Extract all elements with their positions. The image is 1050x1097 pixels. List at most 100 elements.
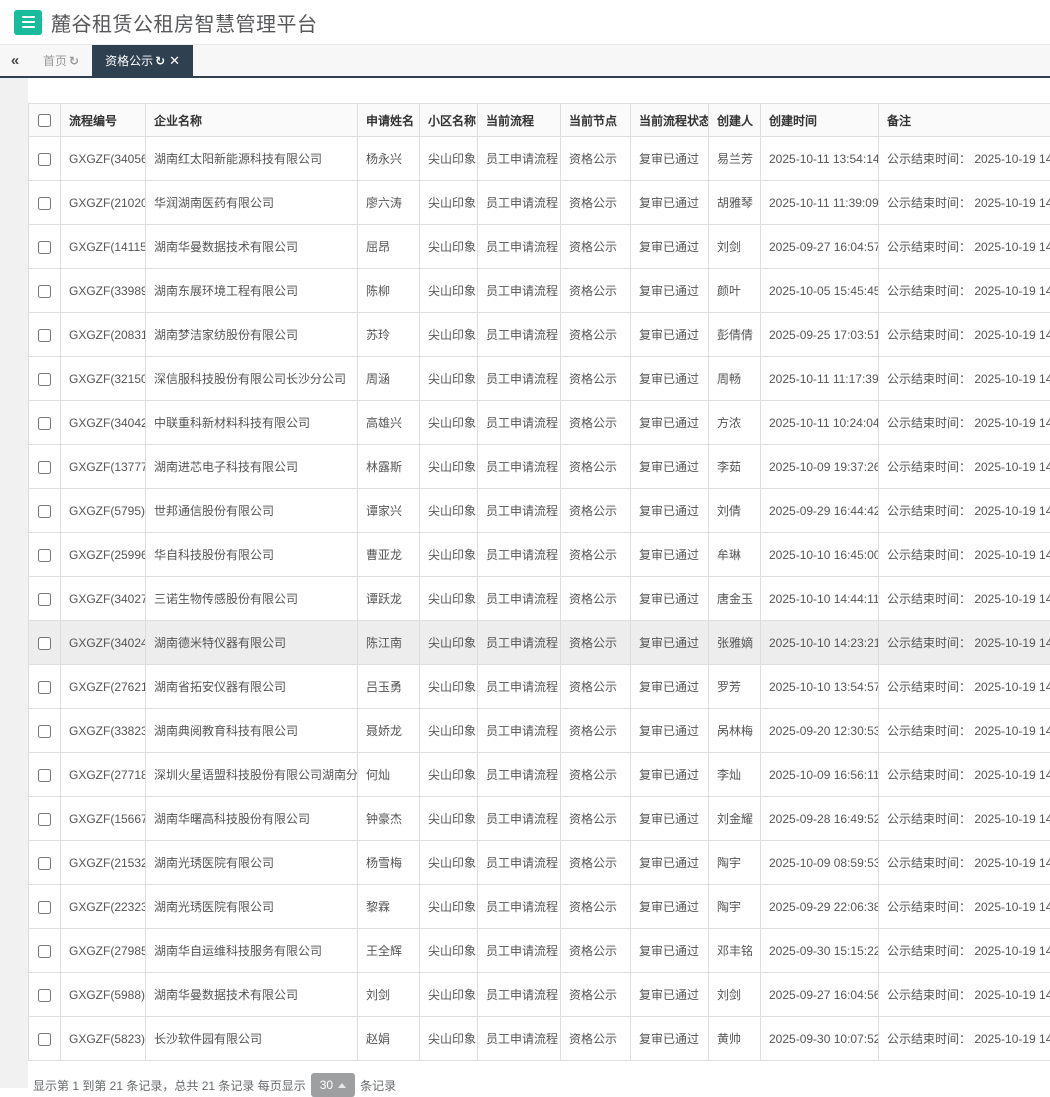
- row-checkbox-cell: [29, 709, 61, 753]
- cell-current-node: 资格公示: [561, 489, 631, 533]
- tab-qualification-publicity[interactable]: 资格公示↻✕: [92, 45, 193, 76]
- cell-company: 湖南华曼数据技术有限公司: [146, 225, 358, 269]
- cell-created-time: 2025-09-29 22:06:38: [761, 885, 879, 929]
- row-checkbox[interactable]: [38, 197, 51, 210]
- table-row[interactable]: GXGZF(34027) 三诺生物传感股份有限公司 谭跃龙 尖山印象 员工申请流…: [29, 577, 1050, 621]
- row-checkbox[interactable]: [38, 901, 51, 914]
- cell-creator: 牟琳: [709, 533, 761, 577]
- cell-applicant: 林露斯: [358, 445, 420, 489]
- refresh-icon[interactable]: ↻: [69, 54, 79, 68]
- cell-company: 湖南光琇医院有限公司: [146, 885, 358, 929]
- table-row[interactable]: GXGZF(34056) 湖南红太阳新能源科技有限公司 杨永兴 尖山印象 员工申…: [29, 137, 1050, 181]
- cell-creator: 呙林梅: [709, 709, 761, 753]
- cell-remark: 公示结束时间： 2025-10-19 14:22:26: [879, 973, 1050, 1017]
- row-checkbox[interactable]: [38, 329, 51, 342]
- cell-current-flow: 员工申请流程: [478, 621, 561, 665]
- row-checkbox-cell: [29, 357, 61, 401]
- table-row[interactable]: GXGZF(20831) 湖南梦洁家纺股份有限公司 苏玲 尖山印象 员工申请流程…: [29, 313, 1050, 357]
- hamburger-menu-button[interactable]: [14, 10, 42, 35]
- cell-creator: 李灿: [709, 753, 761, 797]
- cell-flow-status: 复审已通过: [631, 621, 709, 665]
- row-checkbox[interactable]: [38, 549, 51, 562]
- row-checkbox[interactable]: [38, 989, 51, 1002]
- table-row[interactable]: GXGZF(25996) 华自科技股份有限公司 曹亚龙 尖山印象 员工申请流程 …: [29, 533, 1050, 577]
- row-checkbox[interactable]: [38, 505, 51, 518]
- select-all-checkbox[interactable]: [38, 114, 51, 127]
- table-row[interactable]: GXGZF(33989) 湖南东展环境工程有限公司 陈柳 尖山印象 员工申请流程…: [29, 269, 1050, 313]
- caret-up-icon: [338, 1083, 346, 1088]
- table-row[interactable]: GXGZF(21020) 华润湖南医药有限公司 廖六涛 尖山印象 员工申请流程 …: [29, 181, 1050, 225]
- cell-company: 湖南华曙高科技股份有限公司: [146, 797, 358, 841]
- table-row[interactable]: GXGZF(32150) 深信服科技股份有限公司长沙分公司 周涵 尖山印象 员工…: [29, 357, 1050, 401]
- table-row[interactable]: GXGZF(5988) 湖南华曼数据技术有限公司 刘剑 尖山印象 员工申请流程 …: [29, 973, 1050, 1017]
- row-checkbox[interactable]: [38, 285, 51, 298]
- cell-created-time: 2025-09-20 12:30:53: [761, 709, 879, 753]
- table-header-row: 流程编号 企业名称 申请姓名 小区名称 当前流程 当前节点 当前流程状态 创建人…: [29, 104, 1050, 137]
- refresh-icon[interactable]: ↻: [155, 54, 165, 68]
- cell-community: 尖山印象: [420, 929, 478, 973]
- row-checkbox[interactable]: [38, 725, 51, 738]
- cell-current-flow: 员工申请流程: [478, 973, 561, 1017]
- table-row[interactable]: GXGZF(27621) 湖南省拓安仪器有限公司 吕玉勇 尖山印象 员工申请流程…: [29, 665, 1050, 709]
- cell-community: 尖山印象: [420, 797, 478, 841]
- collapse-double-left-icon[interactable]: «: [0, 45, 30, 76]
- row-checkbox[interactable]: [38, 1033, 51, 1046]
- table-row[interactable]: GXGZF(27718) 深圳火星语盟科技股份有限公司湖南分公司 何灿 尖山印象…: [29, 753, 1050, 797]
- row-checkbox[interactable]: [38, 153, 51, 166]
- table-row[interactable]: GXGZF(33823) 湖南典阅教育科技有限公司 聂娇龙 尖山印象 员工申请流…: [29, 709, 1050, 753]
- row-checkbox-cell: [29, 445, 61, 489]
- cell-current-flow: 员工申请流程: [478, 709, 561, 753]
- cell-applicant: 何灿: [358, 753, 420, 797]
- cell-company: 湖南红太阳新能源科技有限公司: [146, 137, 358, 181]
- cell-remark: 公示结束时间： 2025-10-19 14:24:46: [879, 621, 1050, 665]
- cell-process-id: GXGZF(5823): [61, 1017, 146, 1061]
- cell-current-node: 资格公示: [561, 181, 631, 225]
- table-row[interactable]: GXGZF(5795) 世邦通信股份有限公司 谭家兴 尖山印象 员工申请流程 资…: [29, 489, 1050, 533]
- cell-current-flow: 员工申请流程: [478, 533, 561, 577]
- page-size-dropdown[interactable]: 30: [311, 1073, 355, 1097]
- row-checkbox[interactable]: [38, 813, 51, 826]
- row-checkbox[interactable]: [38, 241, 51, 254]
- row-checkbox-cell: [29, 401, 61, 445]
- row-checkbox-cell: [29, 973, 61, 1017]
- cell-applicant: 屈昂: [358, 225, 420, 269]
- table-row[interactable]: GXGZF(13777) 湖南进芯电子科技有限公司 林露斯 尖山印象 员工申请流…: [29, 445, 1050, 489]
- cell-created-time: 2025-10-09 16:56:11: [761, 753, 879, 797]
- close-icon[interactable]: ✕: [169, 53, 180, 69]
- table-row[interactable]: GXGZF(22323) 湖南光琇医院有限公司 黎霖 尖山印象 员工申请流程 资…: [29, 885, 1050, 929]
- table-row[interactable]: GXGZF(21532) 湖南光琇医院有限公司 杨雪梅 尖山印象 员工申请流程 …: [29, 841, 1050, 885]
- row-checkbox[interactable]: [38, 945, 51, 958]
- cell-creator: 黄帅: [709, 1017, 761, 1061]
- cell-created-time: 2025-09-28 16:49:52: [761, 797, 879, 841]
- table-row[interactable]: GXGZF(27985) 湖南华自运维科技服务有限公司 王全辉 尖山印象 员工申…: [29, 929, 1050, 973]
- table-row[interactable]: GXGZF(34042) 中联重科新材料科技有限公司 高雄兴 尖山印象 员工申请…: [29, 401, 1050, 445]
- cell-remark: 公示结束时间： 2025-10-19 14:24:29: [879, 665, 1050, 709]
- cell-flow-status: 复审已通过: [631, 313, 709, 357]
- col-applicant: 申请姓名: [358, 104, 420, 137]
- row-checkbox-cell: [29, 313, 61, 357]
- left-side-strip: [0, 78, 28, 1088]
- table-row[interactable]: GXGZF(15667) 湖南华曙高科技股份有限公司 钟豪杰 尖山印象 员工申请…: [29, 797, 1050, 841]
- cell-applicant: 聂娇龙: [358, 709, 420, 753]
- cell-remark: 公示结束时间： 2025-10-19 14:28:25: [879, 269, 1050, 313]
- col-process-id: 流程编号: [61, 104, 146, 137]
- row-checkbox[interactable]: [38, 637, 51, 650]
- cell-community: 尖山印象: [420, 533, 478, 577]
- row-checkbox[interactable]: [38, 593, 51, 606]
- cell-current-flow: 员工申请流程: [478, 885, 561, 929]
- table-row[interactable]: GXGZF(5823) 长沙软件园有限公司 赵娟 尖山印象 员工申请流程 资格公…: [29, 1017, 1050, 1061]
- cell-community: 尖山印象: [420, 885, 478, 929]
- table-row[interactable]: GXGZF(14115) 湖南华曼数据技术有限公司 屈昂 尖山印象 员工申请流程…: [29, 225, 1050, 269]
- row-checkbox[interactable]: [38, 373, 51, 386]
- cell-creator: 胡雅琴: [709, 181, 761, 225]
- row-checkbox[interactable]: [38, 417, 51, 430]
- row-checkbox[interactable]: [38, 681, 51, 694]
- row-checkbox[interactable]: [38, 769, 51, 782]
- table-row[interactable]: GXGZF(34024) 湖南德米特仪器有限公司 陈江南 尖山印象 员工申请流程…: [29, 621, 1050, 665]
- cell-creator: 方浓: [709, 401, 761, 445]
- row-checkbox[interactable]: [38, 857, 51, 870]
- row-checkbox[interactable]: [38, 461, 51, 474]
- cell-flow-status: 复审已通过: [631, 797, 709, 841]
- cell-process-id: GXGZF(34042): [61, 401, 146, 445]
- tab-home[interactable]: 首页↻: [30, 45, 92, 76]
